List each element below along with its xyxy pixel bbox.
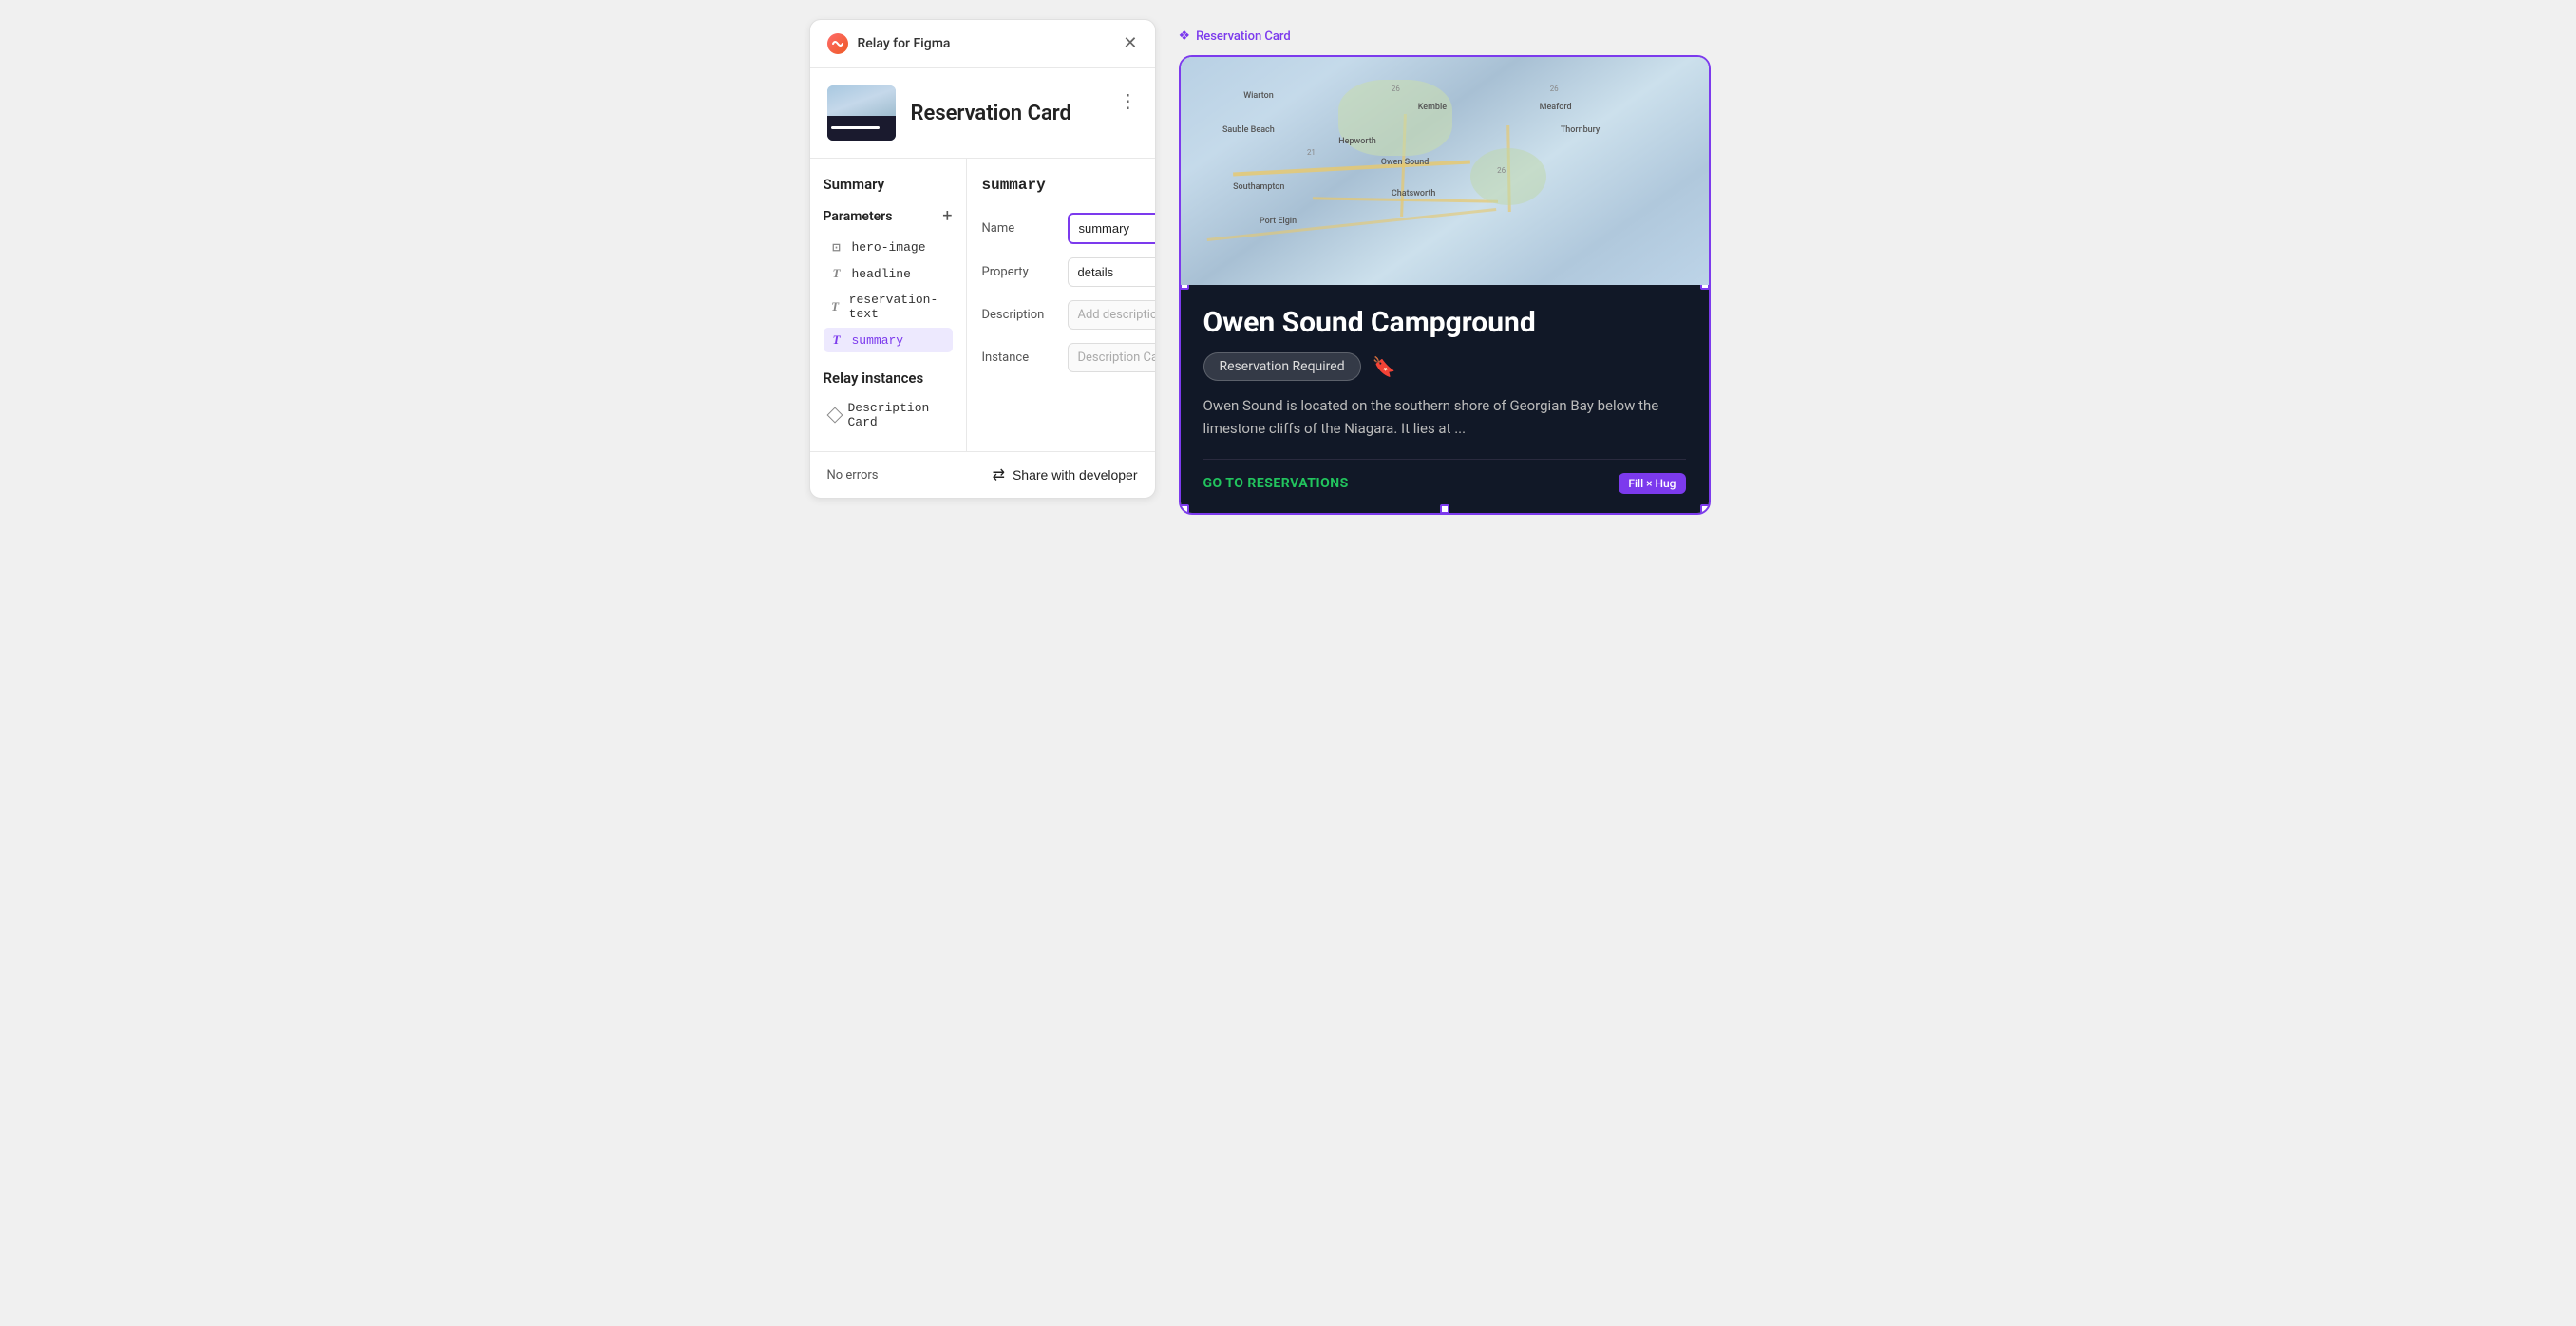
instance-value-row: Description Card ⊕ bbox=[1068, 343, 1156, 372]
component-thumbnail bbox=[827, 85, 896, 141]
relay-instances-title: Relay instances bbox=[824, 369, 953, 387]
card-footer: GO TO RESERVATIONS Fill × Hug bbox=[1203, 459, 1686, 494]
description-input[interactable]: Add description bbox=[1068, 300, 1156, 330]
name-label: Name bbox=[982, 221, 1058, 236]
share-button[interactable]: ⇄ Share with developer bbox=[993, 465, 1138, 484]
right-panel: ❖ Reservation Card Wiarton Kemble Sauble… bbox=[1179, 19, 1768, 515]
instance-value: Description Card bbox=[1068, 343, 1156, 372]
share-icon: ⇄ bbox=[993, 465, 1005, 484]
selection-handle-br bbox=[1700, 504, 1710, 514]
instance-row: Instance Description Card ⊕ bbox=[982, 343, 1156, 372]
description-label: Description bbox=[982, 308, 1058, 322]
canvas-label: ❖ Reservation Card bbox=[1179, 28, 1768, 44]
close-icon[interactable]: ✕ bbox=[1123, 35, 1137, 52]
description-row: Description Add description bbox=[982, 300, 1156, 330]
property-label: Property bbox=[982, 265, 1058, 279]
selection-handle-bm bbox=[1440, 504, 1449, 514]
left-panel: Relay for Figma ✕ Reservation Card ⋮ Sum… bbox=[809, 19, 1156, 499]
param-reservation-text[interactable]: T reservation-text bbox=[824, 288, 953, 326]
card-map-image: Wiarton Kemble Sauble Beach Hepworth Owe… bbox=[1181, 57, 1709, 285]
add-param-icon[interactable]: + bbox=[942, 206, 952, 226]
card-dark-section: Owen Sound Campground Reservation Requir… bbox=[1181, 285, 1709, 513]
app-title: Relay for Figma bbox=[858, 36, 951, 51]
component-name: Reservation Card bbox=[911, 102, 1071, 125]
diamond-icon bbox=[826, 407, 843, 424]
instance-label: Instance bbox=[982, 350, 1058, 365]
panel-detail: summary 🗑 Name Property details text val… bbox=[967, 159, 1156, 451]
reservation-required-tag: Reservation Required bbox=[1203, 352, 1361, 381]
panel-header: Relay for Figma ✕ bbox=[810, 20, 1155, 68]
canvas-component-label: Reservation Card bbox=[1196, 29, 1291, 44]
property-select[interactable]: details text value bbox=[1068, 257, 1156, 287]
param-hero-image-label: hero-image bbox=[852, 240, 926, 255]
property-row: Property details text value ▾ bbox=[982, 257, 1156, 287]
params-header: Parameters + bbox=[824, 206, 953, 226]
param-headline-label: headline bbox=[852, 267, 911, 281]
panel-header-left: Relay for Figma bbox=[827, 33, 951, 54]
param-hero-image[interactable]: ⊡ hero-image bbox=[824, 236, 953, 259]
fill-hug-badge: Fill × Hug bbox=[1619, 473, 1685, 494]
card-description: Owen Sound is located on the southern sh… bbox=[1203, 394, 1686, 440]
card-tags: Reservation Required 🔖 bbox=[1203, 352, 1686, 381]
param-reservation-text-label: reservation-text bbox=[849, 293, 947, 321]
more-options-icon[interactable]: ⋮ bbox=[1119, 89, 1138, 112]
detail-title: summary bbox=[982, 177, 1046, 194]
panel-body: Summary Parameters + ⊡ hero-image T head… bbox=[810, 159, 1155, 452]
param-summary[interactable]: T summary bbox=[824, 328, 953, 352]
name-input[interactable] bbox=[1068, 213, 1156, 244]
property-select-wrapper: details text value ▾ bbox=[1068, 257, 1156, 287]
relay-logo-icon bbox=[827, 33, 848, 54]
detail-header: summary 🗑 bbox=[982, 176, 1156, 194]
selection-handle-bl bbox=[1180, 504, 1189, 514]
params-label: Parameters bbox=[824, 209, 893, 224]
panel-footer: No errors ⇄ Share with developer bbox=[810, 452, 1155, 498]
relay-description-card[interactable]: Description Card bbox=[824, 396, 953, 434]
no-errors-text: No errors bbox=[827, 468, 879, 483]
summary-section-title: Summary bbox=[824, 176, 953, 193]
image-type-icon: ⊡ bbox=[829, 241, 844, 254]
text-type-icon: T bbox=[829, 266, 844, 281]
text-type-icon-2: T bbox=[829, 299, 842, 314]
text-type-icon-3: T bbox=[829, 332, 844, 348]
reservation-card: Wiarton Kemble Sauble Beach Hepworth Owe… bbox=[1179, 55, 1711, 515]
panel-sidebar: Summary Parameters + ⊡ hero-image T head… bbox=[810, 159, 967, 451]
name-row: Name bbox=[982, 213, 1156, 244]
share-label: Share with developer bbox=[1013, 467, 1138, 483]
relay-description-card-label: Description Card bbox=[848, 401, 947, 429]
figma-component-icon: ❖ bbox=[1179, 28, 1191, 44]
bookmark-icon[interactable]: 🔖 bbox=[1373, 355, 1396, 378]
go-to-reservations-link[interactable]: GO TO RESERVATIONS bbox=[1203, 476, 1349, 491]
card-title: Owen Sound Campground bbox=[1203, 306, 1686, 339]
component-info: Reservation Card ⋮ bbox=[810, 68, 1155, 159]
param-summary-label: summary bbox=[852, 333, 904, 348]
param-headline[interactable]: T headline bbox=[824, 261, 953, 286]
